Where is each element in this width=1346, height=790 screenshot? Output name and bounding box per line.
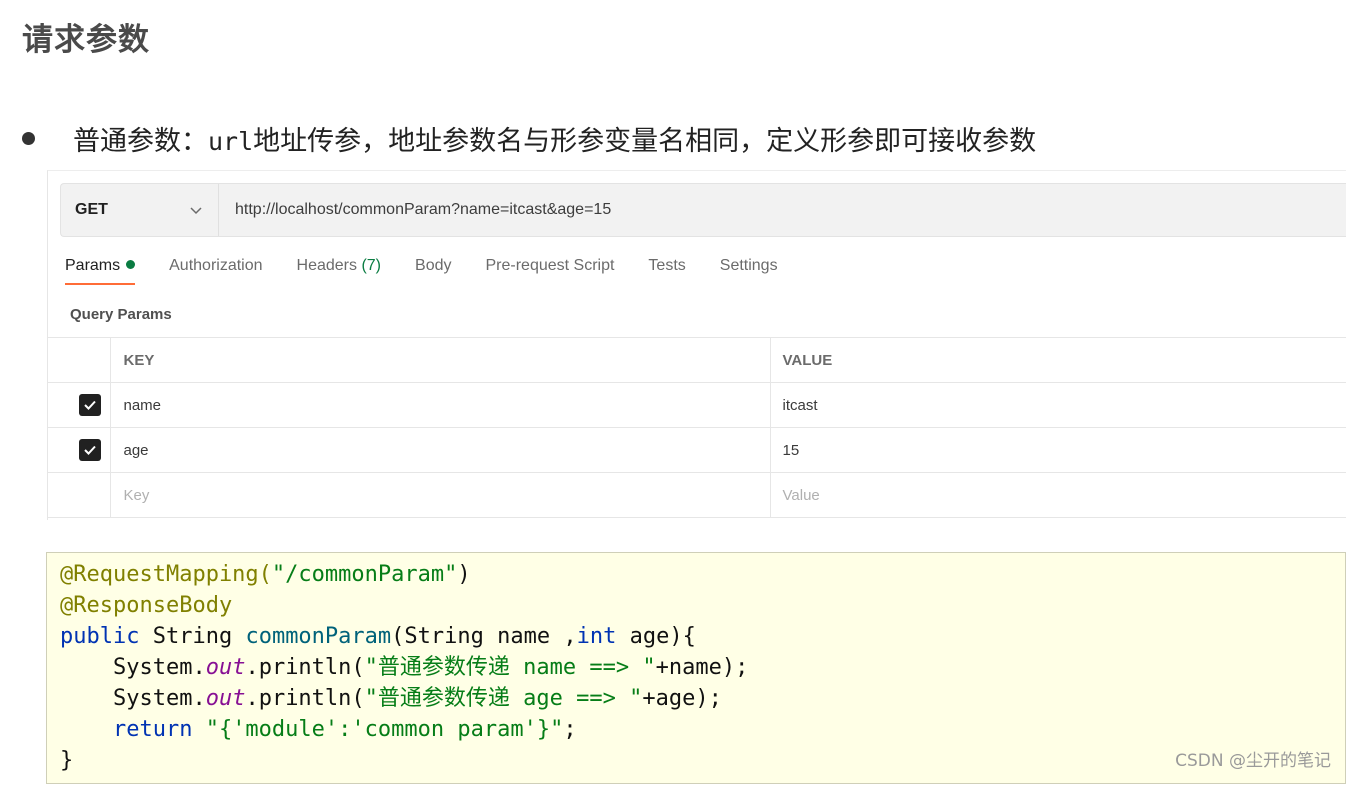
code-string: "普通参数传递 age ==> " <box>364 686 643 711</box>
tab-pre-request-script[interactable]: Pre-request Script <box>485 257 614 285</box>
code-line: @ResponseBody <box>60 590 1345 621</box>
check-icon <box>84 445 96 455</box>
code-static-field: out <box>205 686 246 711</box>
table-header-row: KEY VALUE <box>48 337 1346 383</box>
chevron-down-icon <box>190 207 202 215</box>
code-line: @RequestMapping("/commonParam") <box>60 559 1345 590</box>
method-select[interactable]: GET <box>61 184 219 236</box>
table-row: age 15 <box>48 427 1346 473</box>
code-line: } <box>60 745 1345 776</box>
table-row: name itcast <box>48 382 1346 428</box>
headers-count: (7) <box>361 257 382 274</box>
value-column-header: VALUE <box>769 337 1346 383</box>
key-column-header: KEY <box>109 337 771 383</box>
check-icon <box>84 400 96 410</box>
bullet-description: 地址传参，地址参数名与形参变量名相同，定义形参即可接收参数 <box>253 125 1037 157</box>
param-checkbox[interactable] <box>79 394 101 416</box>
query-params-title: Query Params <box>70 306 172 323</box>
method-label: GET <box>75 201 108 218</box>
tab-headers-label: Headers <box>296 257 357 274</box>
code-line: return "{'module':'common param'}"; <box>60 714 1345 745</box>
code-string: "/commonParam" <box>271 562 458 587</box>
code-text: (String name , <box>391 624 577 649</box>
code-text: .println( <box>245 655 365 680</box>
code-block: @RequestMapping("/commonParam") @Respons… <box>46 552 1346 784</box>
param-value[interactable]: itcast <box>769 382 1346 428</box>
table-row-placeholder: Key Value <box>48 472 1346 518</box>
code-text: System. <box>60 686 206 711</box>
bullet-prefix: 普通参数： <box>73 125 208 157</box>
code-line: public String commonParam(String name ,i… <box>60 621 1345 652</box>
bullet-text: 普通参数：url地址传参，地址参数名与形参变量名相同，定义形参即可接收参数 <box>73 119 1036 158</box>
code-text: +name); <box>655 655 749 680</box>
watermark: CSDN @尘开的笔记 <box>1175 751 1331 771</box>
code-annotation: @RequestMapping( <box>60 562 272 587</box>
tab-params-label: Params <box>65 257 121 274</box>
code-keyword: int <box>576 624 617 649</box>
bullet-dot <box>22 131 35 145</box>
checkbox-cell <box>48 382 111 428</box>
page-title: 请求参数 <box>22 22 150 58</box>
code-text: ) <box>457 562 471 587</box>
param-key[interactable]: age <box>109 427 771 473</box>
bullet-mono: url <box>208 126 254 156</box>
tab-params[interactable]: Params <box>65 257 136 285</box>
header-checkbox-cell <box>48 337 111 383</box>
param-value[interactable]: 15 <box>769 427 1346 473</box>
tab-tests[interactable]: Tests <box>648 257 685 285</box>
key-placeholder[interactable]: Key <box>109 472 771 518</box>
code-text: ; <box>563 717 577 742</box>
code-text: System. <box>60 655 206 680</box>
tab-settings[interactable]: Settings <box>720 257 778 285</box>
code-line: System.out.println("普通参数传递 name ==> "+na… <box>60 652 1345 683</box>
code-method-name: commonParam <box>245 624 392 649</box>
value-placeholder[interactable]: Value <box>769 472 1346 518</box>
query-params-table: KEY VALUE name itcast age 15 Key Value <box>48 337 1346 518</box>
params-indicator-dot <box>126 260 136 269</box>
code-static-field: out <box>205 655 246 680</box>
empty-checkbox-cell <box>48 472 111 518</box>
bullet-item: 普通参数：url地址传参，地址参数名与形参变量名相同，定义形参即可接收参数 <box>22 118 1036 158</box>
tab-headers[interactable]: Headers (7) <box>297 257 382 285</box>
code-text: } <box>60 748 74 773</box>
url-bar: GET http://localhost/commonParam?name=it… <box>60 183 1346 237</box>
checkbox-cell <box>48 427 111 473</box>
code-keyword: return <box>60 717 193 742</box>
param-checkbox[interactable] <box>79 439 101 461</box>
request-tabs: Params Authorization Headers (7) Body Pr… <box>65 257 812 293</box>
code-string: "{'module':'common param'}" <box>192 717 564 742</box>
code-annotation: @ResponseBody <box>60 593 233 618</box>
param-key[interactable]: name <box>109 382 771 428</box>
code-text: .println( <box>245 686 365 711</box>
code-text: +age); <box>642 686 722 711</box>
code-text: String <box>139 624 246 649</box>
code-text: age){ <box>616 624 696 649</box>
code-line: System.out.println("普通参数传递 age ==> "+age… <box>60 683 1345 714</box>
tab-body[interactable]: Body <box>415 257 451 285</box>
url-input[interactable]: http://localhost/commonParam?name=itcast… <box>235 201 611 219</box>
code-keyword: public <box>60 624 140 649</box>
tab-authorization[interactable]: Authorization <box>169 257 262 285</box>
postman-request-panel: GET http://localhost/commonParam?name=it… <box>47 170 1346 520</box>
code-string: "普通参数传递 name ==> " <box>364 655 656 680</box>
